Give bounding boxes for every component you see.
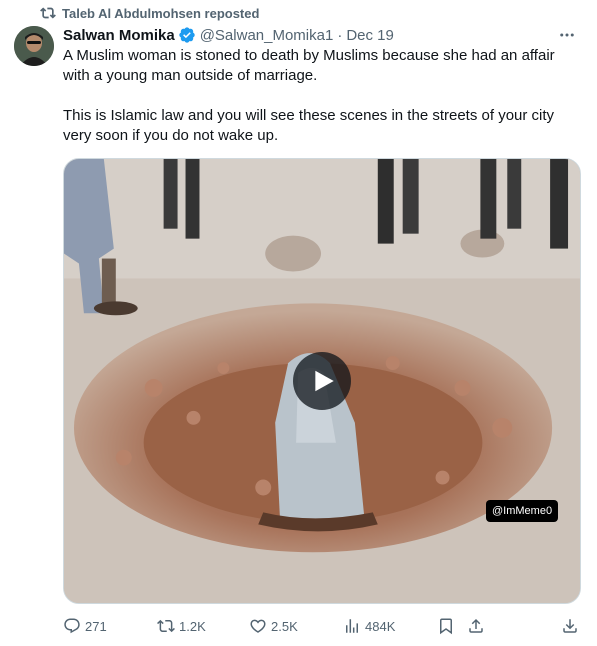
views-count: 484K [365, 618, 396, 634]
play-button[interactable] [293, 352, 351, 410]
repost-icon [40, 7, 56, 19]
like-button[interactable]: 2.5K [249, 614, 298, 638]
reply-button[interactable]: 271 [63, 614, 107, 638]
repost-indicator[interactable]: Taleb Al Abdulmohsen reposted [40, 4, 259, 22]
tweet-header: Salwan Momika @Salwan_Momika1 · Dec 19 [63, 25, 577, 45]
views-icon [346, 619, 358, 633]
tweet-text-paragraph: This is Islamic law and you will see the… [63, 107, 555, 144]
tweet-date[interactable]: Dec 19 [346, 27, 394, 44]
download-icon [563, 619, 577, 633]
reply-count: 271 [85, 618, 107, 634]
repost-button[interactable]: 1.2K [157, 614, 206, 638]
bookmark-icon [440, 618, 452, 635]
video-watermark: @ImMeme0 [486, 500, 559, 522]
play-icon [315, 370, 334, 392]
share-icon [469, 618, 483, 633]
avatar[interactable] [14, 26, 54, 66]
bookmark-button[interactable] [437, 614, 455, 638]
reply-icon [64, 618, 80, 634]
header-separator: · [337, 26, 343, 44]
author-handle[interactable]: @Salwan_Momika1 [200, 27, 334, 44]
like-count: 2.5K [271, 618, 298, 634]
tweet-text-paragraph: A Muslim woman is stoned to death by Mus… [63, 47, 555, 84]
share-button[interactable] [467, 614, 485, 638]
action-bar: 271 1.2K 2.5K 484K [63, 614, 583, 638]
repost-count: 1.2K [179, 618, 206, 634]
download-button[interactable] [561, 614, 579, 638]
verified-badge-icon [178, 26, 196, 44]
tweet-text: A Muslim woman is stoned to death by Mus… [63, 46, 583, 146]
more-options-icon[interactable] [557, 25, 577, 45]
views-button[interactable]: 484K [343, 614, 395, 638]
repost-icon [157, 619, 175, 633]
repost-label: Taleb Al Abdulmohsen reposted [62, 5, 260, 21]
video-thumbnail[interactable]: @ImMeme0 [63, 158, 581, 604]
author-name[interactable]: Salwan Momika [63, 27, 175, 44]
heart-icon [250, 619, 266, 633]
